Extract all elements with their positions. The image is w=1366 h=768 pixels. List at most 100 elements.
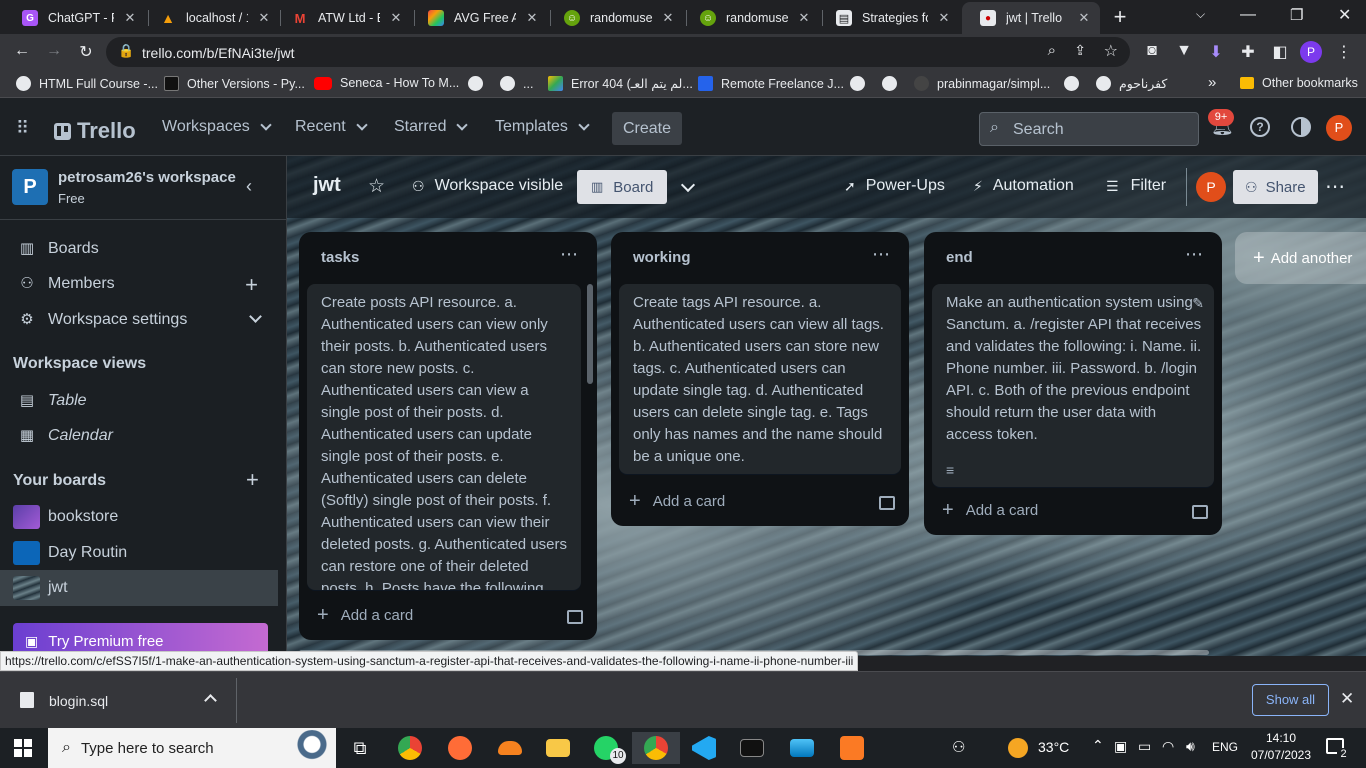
list-menu-icon[interactable]: ⋯ xyxy=(1185,244,1204,265)
file-explorer-taskbar-icon[interactable] xyxy=(534,732,582,764)
clock-date[interactable]: 07/07/2023 xyxy=(1248,748,1314,762)
add-card-button[interactable]: + Add a card xyxy=(942,499,1038,522)
create-button[interactable]: Create xyxy=(612,112,682,145)
weather-sun-icon[interactable] xyxy=(1008,738,1028,758)
nav-recent[interactable]: Recent xyxy=(295,118,368,136)
bookmark-item[interactable] xyxy=(850,76,873,91)
power-ups-button[interactable]: ➚ Power-Ups xyxy=(844,177,945,195)
volume-icon[interactable]: 🔊︎ xyxy=(1186,738,1195,755)
card[interactable]: Create tags API resource. a. Authenticat… xyxy=(619,284,901,474)
close-icon[interactable]: ✕ xyxy=(388,10,404,26)
filter-button[interactable]: ☰ Filter xyxy=(1106,177,1166,195)
reload-icon[interactable]: ↻ xyxy=(76,42,96,62)
bookmark-item[interactable]: ... xyxy=(500,76,533,91)
terminal-taskbar-icon[interactable] xyxy=(728,732,776,764)
share-icon[interactable]: ⇪ xyxy=(1074,42,1086,59)
show-all-button[interactable]: Show all xyxy=(1252,684,1329,716)
card[interactable]: Make an authentication system using Sanc… xyxy=(932,284,1214,487)
add-member-icon[interactable]: + xyxy=(245,272,258,298)
share-button[interactable]: ⚇ Share xyxy=(1233,170,1318,204)
chevron-up-icon[interactable] xyxy=(204,694,217,707)
browser-tab[interactable]: AVG Free Ant ✕ xyxy=(410,4,548,32)
nav-workspaces[interactable]: Workspaces xyxy=(162,118,272,136)
bookmark-item[interactable]: Seneca - How To M... xyxy=(314,76,459,90)
sidebar-board-day-routin[interactable]: Day Routin xyxy=(0,535,278,571)
window-close-icon[interactable]: ✕ xyxy=(1338,5,1351,25)
chevron-down-icon[interactable] xyxy=(249,310,262,323)
board-view-button[interactable]: ▥ Board xyxy=(577,170,668,204)
xampp-taskbar-icon[interactable] xyxy=(828,732,876,764)
help-icon[interactable]: ? xyxy=(1250,117,1270,137)
card[interactable]: Create posts API resource. a. Authentica… xyxy=(307,284,581,590)
automation-button[interactable]: ⚡︎ Automation xyxy=(973,177,1074,195)
member-avatar[interactable]: P xyxy=(1196,172,1226,202)
language-indicator[interactable]: ENG xyxy=(1212,740,1238,754)
cloudflare-warp-taskbar-icon[interactable] xyxy=(486,732,534,764)
user-avatar[interactable]: P xyxy=(1326,115,1352,141)
edit-pencil-icon[interactable]: ✎ xyxy=(1192,292,1204,314)
bookmarks-overflow-button[interactable]: » xyxy=(1208,74,1216,91)
list-menu-icon[interactable]: ⋯ xyxy=(560,244,579,265)
nav-starred[interactable]: Starred xyxy=(394,118,469,136)
sidebar-item-table[interactable]: ▤ Table xyxy=(0,383,278,419)
close-icon[interactable]: ✕ xyxy=(936,10,952,26)
vpn-extension-icon[interactable]: ▼ xyxy=(1174,42,1194,60)
browser-tab[interactable]: M ATW Ltd - Ba ✕ xyxy=(274,4,412,32)
wifi-icon[interactable]: ◠ xyxy=(1162,738,1174,755)
chevron-down-icon[interactable] xyxy=(680,177,696,193)
card-template-icon[interactable] xyxy=(567,610,583,624)
bookmark-item[interactable]: كفرناحوم xyxy=(1096,76,1167,91)
side-panel-icon[interactable]: ◧ xyxy=(1270,42,1290,62)
browser-tab[interactable]: ☺ randomuser.r ✕ xyxy=(682,4,820,32)
browser-tab[interactable]: ▲ localhost / 12 ✕ xyxy=(142,4,280,32)
add-card-button[interactable]: + Add a card xyxy=(317,604,413,627)
theme-toggle-icon[interactable] xyxy=(1291,117,1311,137)
profile-avatar[interactable]: P xyxy=(1300,41,1322,63)
list-title[interactable]: working xyxy=(633,249,691,266)
chrome-taskbar-icon[interactable] xyxy=(386,732,434,764)
browser-tab[interactable]: G ChatGPT - Po ✕ xyxy=(4,4,146,32)
close-icon[interactable]: ✕ xyxy=(122,10,138,26)
extensions-puzzle-icon[interactable]: ✚ xyxy=(1238,42,1258,62)
visibility-button[interactable]: ⚇ Workspace visible xyxy=(412,177,563,195)
browser-tab-active[interactable]: ● jwt | Trello ✕ xyxy=(962,2,1100,34)
forward-icon[interactable]: → xyxy=(44,42,64,60)
sidebar-item-boards[interactable]: ▥ Boards xyxy=(0,231,278,267)
task-view-icon[interactable]: ⧉ xyxy=(336,732,384,764)
bookmark-item[interactable] xyxy=(468,76,491,91)
download-extension-icon[interactable]: ⬇ xyxy=(1206,42,1226,62)
trello-logo[interactable]: Trello xyxy=(54,118,136,144)
collapse-sidebar-icon[interactable]: ‹ xyxy=(246,176,262,196)
board-title[interactable]: jwt xyxy=(313,174,341,197)
zoom-icon[interactable]: ⌕ xyxy=(1048,42,1056,59)
chrome-active-taskbar-icon[interactable] xyxy=(632,732,680,764)
sidebar-item-workspace-settings[interactable]: ⚙ Workspace settings xyxy=(0,302,278,338)
temperature-text[interactable]: 33°C xyxy=(1038,739,1069,755)
bookmark-item[interactable] xyxy=(882,76,905,91)
sidebar-item-calendar[interactable]: ▦ Calendar xyxy=(0,418,278,454)
postman-taskbar-icon[interactable] xyxy=(436,732,484,764)
restore-icon[interactable]: ❐ xyxy=(1290,6,1303,24)
close-icon[interactable]: ✕ xyxy=(1076,10,1092,26)
card-template-icon[interactable] xyxy=(879,496,895,510)
clock-time[interactable]: 14:10 xyxy=(1248,731,1314,745)
camera-extension-icon[interactable]: ◙ xyxy=(1142,42,1162,60)
bookmark-star-icon[interactable]: ☆ xyxy=(1104,41,1118,61)
download-filename[interactable]: blogin.sql xyxy=(49,693,108,709)
other-bookmarks-folder[interactable]: Other bookmarks xyxy=(1240,76,1358,90)
tab-search-icon[interactable]: ⌵ xyxy=(1196,7,1205,22)
list-title[interactable]: tasks xyxy=(321,249,359,266)
nav-templates[interactable]: Templates xyxy=(495,118,590,136)
bookmark-item[interactable] xyxy=(1064,76,1087,91)
close-icon[interactable]: ✕ xyxy=(256,10,272,26)
taskbar-search-input[interactable]: ⌕ Type here to search xyxy=(48,728,336,768)
bookmark-item[interactable]: prabinmagar/simpl... xyxy=(914,76,1050,91)
list-title[interactable]: end xyxy=(946,249,973,266)
star-icon[interactable]: ☆ xyxy=(368,175,385,198)
board-menu-icon[interactable]: ⋯ xyxy=(1325,174,1346,199)
battery-icon[interactable]: ▭ xyxy=(1138,738,1151,755)
workspace-name[interactable]: petrosam26's workspace xyxy=(58,169,236,186)
new-tab-button[interactable]: + xyxy=(1110,4,1130,30)
battery-saver-icon[interactable]: ▣ xyxy=(1114,738,1127,755)
bookmark-item[interactable]: HTML Full Course -... xyxy=(16,76,158,91)
